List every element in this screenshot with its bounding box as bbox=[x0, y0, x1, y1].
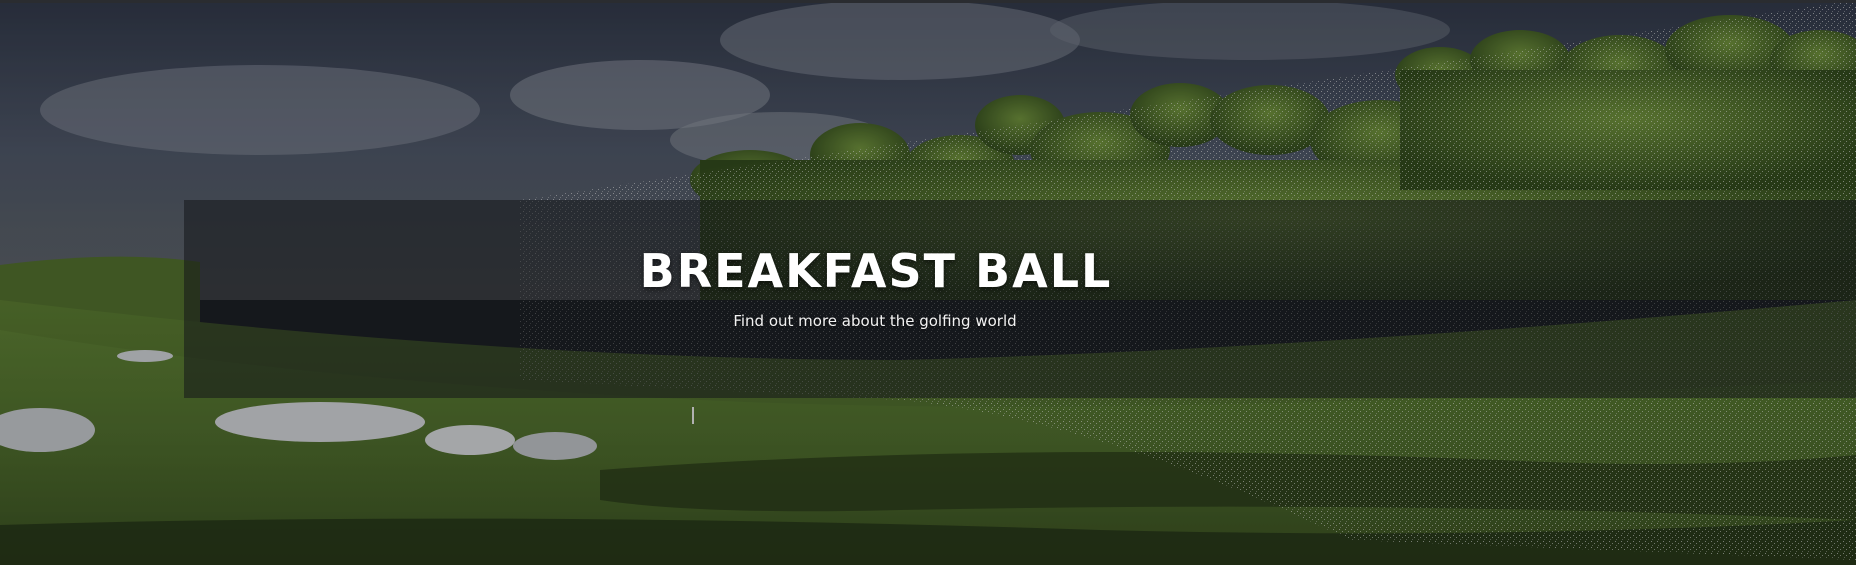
hero-banner: BREAKFAST BALL Find out more about the g… bbox=[0, 0, 1856, 565]
hero-title-box: BREAKFAST BALL Find out more about the g… bbox=[184, 200, 1856, 398]
hero-title: BREAKFAST BALL bbox=[639, 244, 1113, 298]
top-border bbox=[0, 0, 1856, 3]
hero-subtitle: Find out more about the golfing world bbox=[733, 312, 1017, 330]
